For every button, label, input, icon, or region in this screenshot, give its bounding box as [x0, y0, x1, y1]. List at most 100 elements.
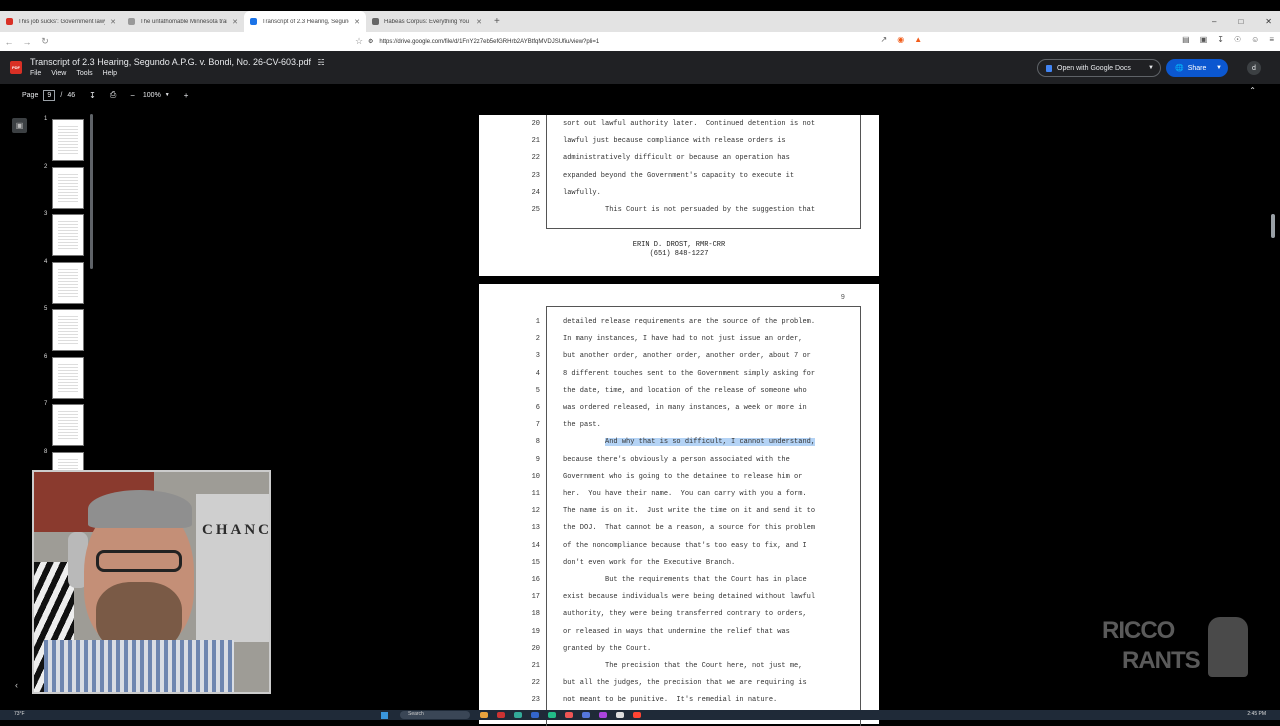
line-number: 22 [531, 154, 540, 163]
line-text: lawfully. [563, 188, 601, 197]
extension-icon[interactable]: ▲ [914, 35, 922, 44]
line-text: exist because individuals were being det… [563, 593, 816, 602]
thumbnail-text-lines [58, 316, 78, 344]
tab-title: Transcript of 2.3 Hearing, Segund [262, 18, 350, 25]
thumbnail-text-lines [58, 268, 78, 297]
transcript-line: 23 expanded beyond the Government's capac… [479, 172, 879, 189]
chevron-down-icon[interactable]: ▼ [1148, 65, 1154, 71]
app-icon[interactable] [565, 712, 573, 718]
highlighted-text[interactable]: And why that is so difficult, I cannot u… [605, 438, 816, 447]
menu-tools[interactable]: Tools [76, 70, 92, 77]
chevron-left-icon[interactable]: ‹ [15, 680, 18, 690]
chevron-up-icon[interactable]: ⌃ [1249, 86, 1256, 95]
reload-icon[interactable]: ↻ [36, 36, 54, 47]
app-icon[interactable] [497, 712, 505, 718]
tab-close-icon[interactable]: ✕ [110, 18, 116, 26]
transcript-line: 22 administratively difficult or because … [479, 154, 879, 171]
line-number: 4 [535, 369, 540, 378]
bookmark-icon[interactable]: ☆ [350, 36, 368, 47]
windows-start-icon[interactable] [381, 712, 388, 719]
taskbar-search[interactable]: Search [400, 711, 470, 719]
profile-icon[interactable]: ☺ [1251, 35, 1259, 44]
transcript-line: 19 or released in ways that undermine the… [479, 628, 879, 645]
chevron-down-icon[interactable]: ▼ [1216, 65, 1222, 71]
share-page-icon[interactable]: ↗ [881, 35, 888, 44]
sidebar-icon[interactable]: ▤ [1182, 35, 1190, 44]
thumbnail-number: 6 [44, 353, 48, 360]
menu-icon[interactable]: ≡ [1269, 35, 1274, 44]
app-icon[interactable] [480, 712, 488, 718]
line-number: 23 [531, 696, 540, 705]
app-icon[interactable] [616, 712, 624, 718]
share-label: Share [1187, 64, 1207, 72]
transcript-line: 3 but another order, another order, anoth… [479, 352, 879, 369]
transcript-line: 13 the DOJ. That cannot be a reason, a so… [479, 524, 879, 541]
app-icon[interactable] [599, 712, 607, 718]
webcam-overlay: CHANC [32, 470, 271, 694]
zoom-in-icon[interactable]: + [184, 91, 189, 100]
download-icon[interactable]: ↧ [1217, 35, 1224, 44]
browser-tab[interactable]: This job sucks': Government lawyer ✕ [0, 11, 122, 32]
vpn-icon[interactable]: ☉ [1234, 35, 1241, 44]
close-icon[interactable]: ✕ [1265, 17, 1272, 26]
line-number: 20 [531, 120, 540, 128]
tab-close-icon[interactable]: ✕ [232, 18, 238, 26]
screen-top-edge [0, 0, 1280, 11]
line-number: 19 [531, 627, 540, 636]
transcript-line: 4 8 different touches sent to the Governm… [479, 370, 879, 387]
open-with-google-docs-button[interactable]: Open with Google Docs ▼ [1037, 59, 1161, 77]
app-icon[interactable] [582, 712, 590, 718]
menu-file[interactable]: File [30, 70, 41, 77]
poster-text: CHANC [202, 522, 271, 538]
thumbnail-text-lines [58, 411, 78, 439]
new-tab-button[interactable]: + [494, 16, 500, 27]
share-button[interactable]: 🌐 Share ▼ [1166, 59, 1228, 77]
restore-icon[interactable]: □ [1238, 17, 1243, 26]
weather-widget[interactable]: 73°F [14, 711, 25, 717]
thumbnail-scrollbar[interactable] [90, 114, 93, 269]
app-icon[interactable] [548, 712, 556, 718]
tab-title: The unfathomable Minnesota transc [140, 18, 228, 25]
wallet-icon[interactable]: ▣ [1200, 35, 1208, 44]
app-icon[interactable] [531, 712, 539, 718]
menu-help[interactable]: Help [103, 70, 117, 77]
back-icon[interactable]: ← [0, 37, 18, 47]
image-icon[interactable]: ▣ [12, 118, 27, 133]
app-icon[interactable] [633, 712, 641, 718]
brave-shield-icon[interactable]: ◉ [897, 35, 904, 44]
print-icon[interactable]: ⎙ [110, 90, 116, 100]
taskbar-clock[interactable]: 2:45 PM [1247, 711, 1266, 717]
minimize-icon[interactable]: – [1212, 17, 1216, 26]
app-icon[interactable] [514, 712, 522, 718]
tab-close-icon[interactable]: ✕ [476, 18, 482, 26]
browser-tab[interactable]: Habeas Corpus: Everything You Nee ✕ [366, 11, 488, 32]
browser-tab[interactable]: Transcript of 2.3 Hearing, Segund ✕ [244, 11, 366, 32]
zoom-out-icon[interactable]: − [130, 91, 135, 100]
browser-extensions: ↗ ◉ ▲ ▤ ▣ ↧ ☉ ☺ ≡ [881, 35, 1274, 44]
line-text: lawful just because compliance with rele… [563, 137, 786, 146]
page-number-input[interactable]: 9 [43, 89, 56, 101]
tab-favicon-icon [6, 18, 13, 25]
transcript-line: 24 lawfully. [479, 189, 879, 206]
url-field[interactable]: ⚙ https://drive.google.com/file/d/1FnY2z… [368, 34, 908, 49]
transcript-line: 20 sort out lawful authority later. Conti… [479, 120, 879, 137]
watermark-line1: RICCO [1102, 617, 1175, 644]
avatar[interactable]: d [1247, 61, 1261, 75]
tab-close-icon[interactable]: ✕ [354, 18, 360, 26]
tab-title: This job sucks': Government lawyer [18, 18, 106, 25]
forward-icon[interactable]: → [18, 37, 36, 47]
thumbnail-image [52, 119, 84, 161]
menu-view[interactable]: View [51, 70, 66, 77]
zoom-level[interactable]: 100% [143, 92, 161, 99]
line-text: The precision that the Court here, not j… [563, 662, 803, 670]
pdf-toolbar: Page 9 / 46 ↧ ⎙ − 100% ▼ + ⌃ [10, 86, 1270, 104]
document-scrollbar[interactable] [1271, 214, 1275, 238]
line-number: 3 [535, 352, 540, 361]
browser-tab[interactable]: The unfathomable Minnesota transc ✕ [122, 11, 244, 32]
download-icon[interactable]: ↧ [89, 91, 96, 100]
zoom-dropdown-icon[interactable]: ▼ [165, 92, 170, 98]
site-info-icon[interactable]: ⚙ [368, 38, 373, 45]
shared-drive-icon[interactable]: ☵ [318, 58, 325, 67]
watermark-line2: RANTS [1122, 647, 1201, 674]
line-number: 8 [535, 438, 540, 447]
